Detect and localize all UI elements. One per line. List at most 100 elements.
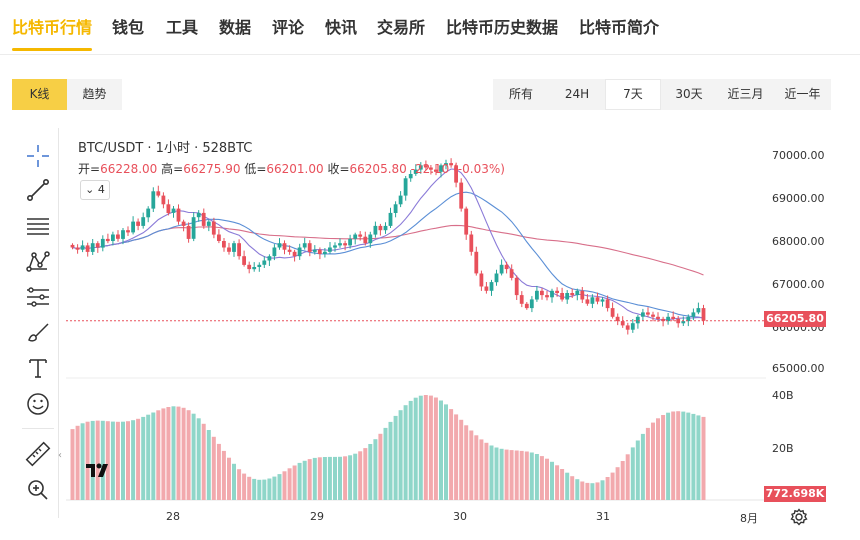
candle-body xyxy=(136,221,140,226)
top-nav: 比特币行情 钱包 工具 数据 评论 快讯 交易所 比特币历史数据 比特币简介 xyxy=(0,0,860,55)
candle-body xyxy=(161,195,166,205)
candle-body xyxy=(181,221,186,226)
current-volume-tag: 772.698K xyxy=(764,486,826,502)
volume-bar xyxy=(489,445,494,500)
candle-body xyxy=(151,191,156,209)
volume-bar xyxy=(70,429,75,500)
candle-body xyxy=(504,264,509,270)
horizontal-lines-icon[interactable] xyxy=(22,210,54,242)
candle-body xyxy=(373,225,378,235)
price-chart[interactable] xyxy=(66,128,766,508)
vol-tick-20b: 20B xyxy=(772,442,794,455)
volume-bar xyxy=(413,397,418,500)
range-3m[interactable]: 近三月 xyxy=(717,79,774,110)
kline-tab[interactable]: K线 xyxy=(12,79,67,110)
indicator-toggle[interactable]: ⌄ 4 xyxy=(80,180,110,200)
volume-bar xyxy=(550,461,554,500)
volume-bar xyxy=(449,409,454,500)
drawing-toolbar xyxy=(18,128,59,518)
candle-body xyxy=(277,243,282,248)
range-24h[interactable]: 24H xyxy=(549,79,605,110)
x-tick-28: 28 xyxy=(166,510,180,523)
close-label: 收= xyxy=(327,162,350,176)
text-icon[interactable] xyxy=(22,352,54,384)
volume-bar xyxy=(701,416,706,500)
volume-bar xyxy=(590,483,595,500)
chart-title: BTC/USDT · 1小时 · 528BTC xyxy=(78,141,253,156)
candle-body xyxy=(635,316,640,324)
volume-bar xyxy=(292,465,297,500)
candle-body xyxy=(353,234,358,239)
volume-bar xyxy=(640,433,645,500)
pattern-icon[interactable] xyxy=(22,246,54,278)
nav-item-btc-market[interactable]: 比特币行情 xyxy=(12,14,92,38)
volume-bar xyxy=(469,430,474,500)
candle-body xyxy=(95,243,100,248)
range-all[interactable]: 所有 xyxy=(493,79,549,110)
chevron-down-icon: ⌄ xyxy=(85,183,95,196)
volume-bar xyxy=(514,450,519,500)
fib-icon[interactable] xyxy=(22,281,54,313)
volume-bar xyxy=(257,479,262,500)
volume-bar xyxy=(519,450,524,500)
volume-bar xyxy=(277,474,282,500)
volume-bar xyxy=(433,397,438,500)
emoji-icon[interactable] xyxy=(22,388,54,420)
tradingview-logo xyxy=(84,460,114,480)
volume-bar xyxy=(464,425,469,500)
zoom-in-icon[interactable] xyxy=(22,474,54,506)
volume-bar xyxy=(312,457,317,500)
nav-item-news[interactable]: 快讯 xyxy=(325,14,357,38)
volume-bar xyxy=(252,478,257,500)
trend-tab[interactable]: 趋势 xyxy=(67,79,122,110)
volume-bar xyxy=(161,408,166,500)
line-tool-icon[interactable] xyxy=(22,174,54,206)
volume-bar xyxy=(666,412,671,500)
volume-bar xyxy=(484,442,489,500)
nav-item-data[interactable]: 数据 xyxy=(219,14,251,38)
candle-body xyxy=(247,264,252,270)
candle-body xyxy=(166,204,171,213)
volume-bar xyxy=(534,454,539,500)
candle-body xyxy=(186,225,191,239)
candle-body xyxy=(282,243,287,250)
candle-body xyxy=(696,308,701,313)
candle-body xyxy=(338,243,342,246)
candle-body xyxy=(519,295,524,304)
candle-body xyxy=(343,243,347,246)
crosshair-icon[interactable] xyxy=(22,140,54,172)
current-price-tag: 66205.80 xyxy=(764,311,826,327)
candle-body xyxy=(388,212,393,226)
ruler-icon[interactable] xyxy=(22,438,54,470)
volume-bar xyxy=(156,410,161,500)
nav-item-tools[interactable]: 工具 xyxy=(166,14,198,38)
range-1y[interactable]: 近一年 xyxy=(774,79,831,110)
volume-bar xyxy=(333,456,337,500)
nav-item-intro[interactable]: 比特币简介 xyxy=(579,14,659,38)
nav-item-wallet[interactable]: 钱包 xyxy=(112,14,144,38)
volume-bar xyxy=(595,482,600,500)
candle-body xyxy=(333,245,337,248)
volume-bar xyxy=(383,427,388,500)
candle-body xyxy=(514,277,519,296)
nav-item-comments[interactable]: 评论 xyxy=(272,14,304,38)
candle-body xyxy=(328,247,332,252)
range-30d[interactable]: 30天 xyxy=(661,79,717,110)
candle-body xyxy=(575,290,580,296)
candle-body xyxy=(227,247,231,252)
nav-item-exchanges[interactable]: 交易所 xyxy=(377,14,425,38)
candle-body xyxy=(651,314,655,317)
candle-body xyxy=(474,251,479,274)
volume-bar xyxy=(696,415,701,500)
volume-bar xyxy=(444,404,448,500)
brush-icon[interactable] xyxy=(22,316,54,348)
gear-icon[interactable] xyxy=(790,508,808,526)
candle-body xyxy=(90,243,95,252)
candle-body xyxy=(267,256,272,261)
candle-body xyxy=(494,273,499,283)
nav-item-history[interactable]: 比特币历史数据 xyxy=(446,14,558,38)
candle-body xyxy=(363,236,368,244)
candle-body xyxy=(464,208,469,235)
volume-bar xyxy=(575,479,580,500)
range-7d[interactable]: 7天 xyxy=(605,79,661,110)
